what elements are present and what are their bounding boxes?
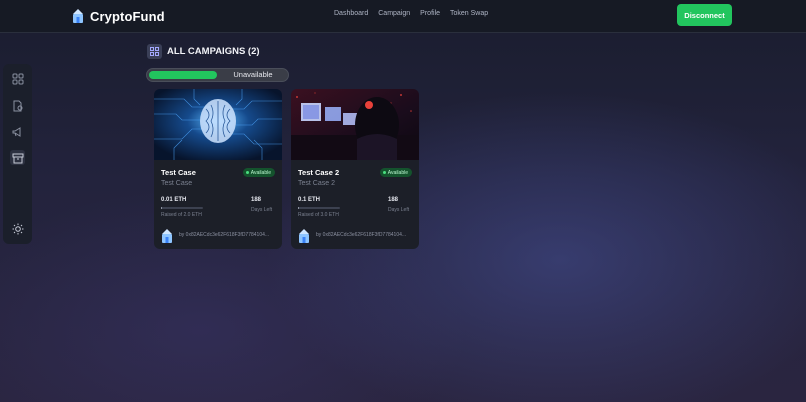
toggle-available-segment[interactable]	[149, 71, 217, 79]
status-text: Available	[387, 169, 408, 176]
nav-dashboard[interactable]: Dashboard	[334, 10, 368, 17]
disconnect-button[interactable]: Disconnect	[677, 4, 732, 26]
status-text: Available	[250, 169, 271, 176]
amount-collected: 0.01 ETH	[161, 197, 187, 203]
days-count: 188	[388, 197, 399, 203]
sun-icon	[12, 223, 23, 234]
days-left-label: Days Left	[388, 207, 410, 213]
owner-address: by 0x82AECdc3e62F618F3fD7784104...	[316, 232, 407, 238]
brand-name: CryptoFund	[90, 8, 165, 24]
nav-token-swap[interactable]: Token Swap	[450, 10, 488, 17]
toggle-unavailable-label[interactable]: Unavailable	[223, 69, 283, 81]
archive-icon	[12, 153, 23, 163]
document-icon	[13, 100, 22, 111]
status-badge: Available	[379, 168, 412, 177]
funding-progress-bar	[161, 207, 203, 209]
raised-target: Raised of 2.0 ETH	[161, 212, 202, 218]
campaigns-icon	[147, 44, 162, 59]
campaign-subtitle: Test Case	[161, 180, 193, 187]
nav-profile[interactable]: Profile	[420, 10, 440, 17]
nav-campaign[interactable]: Campaign	[378, 10, 410, 17]
amount-collected: 0.1 ETH	[298, 197, 321, 203]
section-header: ALL CAMPAIGNS (2)	[147, 44, 260, 59]
campaign-title: Test Case 2	[298, 168, 340, 177]
ethereum-building-icon	[73, 9, 83, 23]
campaign-image	[154, 89, 282, 160]
sidebar-item-archive[interactable]	[10, 150, 25, 165]
days-count: 188	[251, 197, 262, 203]
funding-progress-bar	[298, 207, 340, 209]
campaign-subtitle: Test Case 2	[298, 180, 335, 187]
main-nav: Dashboard Campaign Profile Token Swap	[334, 10, 488, 17]
sidebar-item-theme[interactable]	[10, 221, 25, 236]
campaign-image	[291, 89, 419, 160]
days-left-label: Days Left	[251, 207, 273, 213]
funding-progress-fill	[298, 207, 300, 209]
status-dot-icon	[382, 171, 386, 174]
grid-icon	[12, 73, 23, 84]
sidebar-item-campaigns[interactable]	[10, 98, 25, 113]
availability-toggle[interactable]: Unavailable	[146, 68, 289, 82]
campaign-title: Test Case	[161, 168, 196, 177]
status-badge: Available	[242, 168, 275, 177]
megaphone-icon	[12, 126, 20, 137]
campaign-card[interactable]: Test Case 2 Available Test Case 2 0.1 ET…	[291, 89, 419, 249]
sidebar-item-create[interactable]	[10, 124, 25, 139]
page-title: ALL CAMPAIGNS (2)	[167, 46, 260, 57]
brand-logo[interactable]: CryptoFund	[72, 7, 165, 25]
owner-avatar-icon	[162, 229, 172, 243]
status-dot-icon	[245, 171, 249, 174]
top-navbar: CryptoFund Dashboard Campaign Profile To…	[0, 0, 806, 33]
campaign-card[interactable]: Test Case Available Test Case 0.01 ETH 1…	[154, 89, 282, 249]
owner-address: by 0x82AECdc3e62F618F3fD7784104...	[179, 232, 270, 238]
owner-avatar-icon	[299, 229, 309, 243]
raised-target: Raised of 3.0 ETH	[298, 212, 339, 218]
sidebar-item-dashboard[interactable]	[10, 71, 25, 86]
sidebar	[3, 64, 32, 244]
